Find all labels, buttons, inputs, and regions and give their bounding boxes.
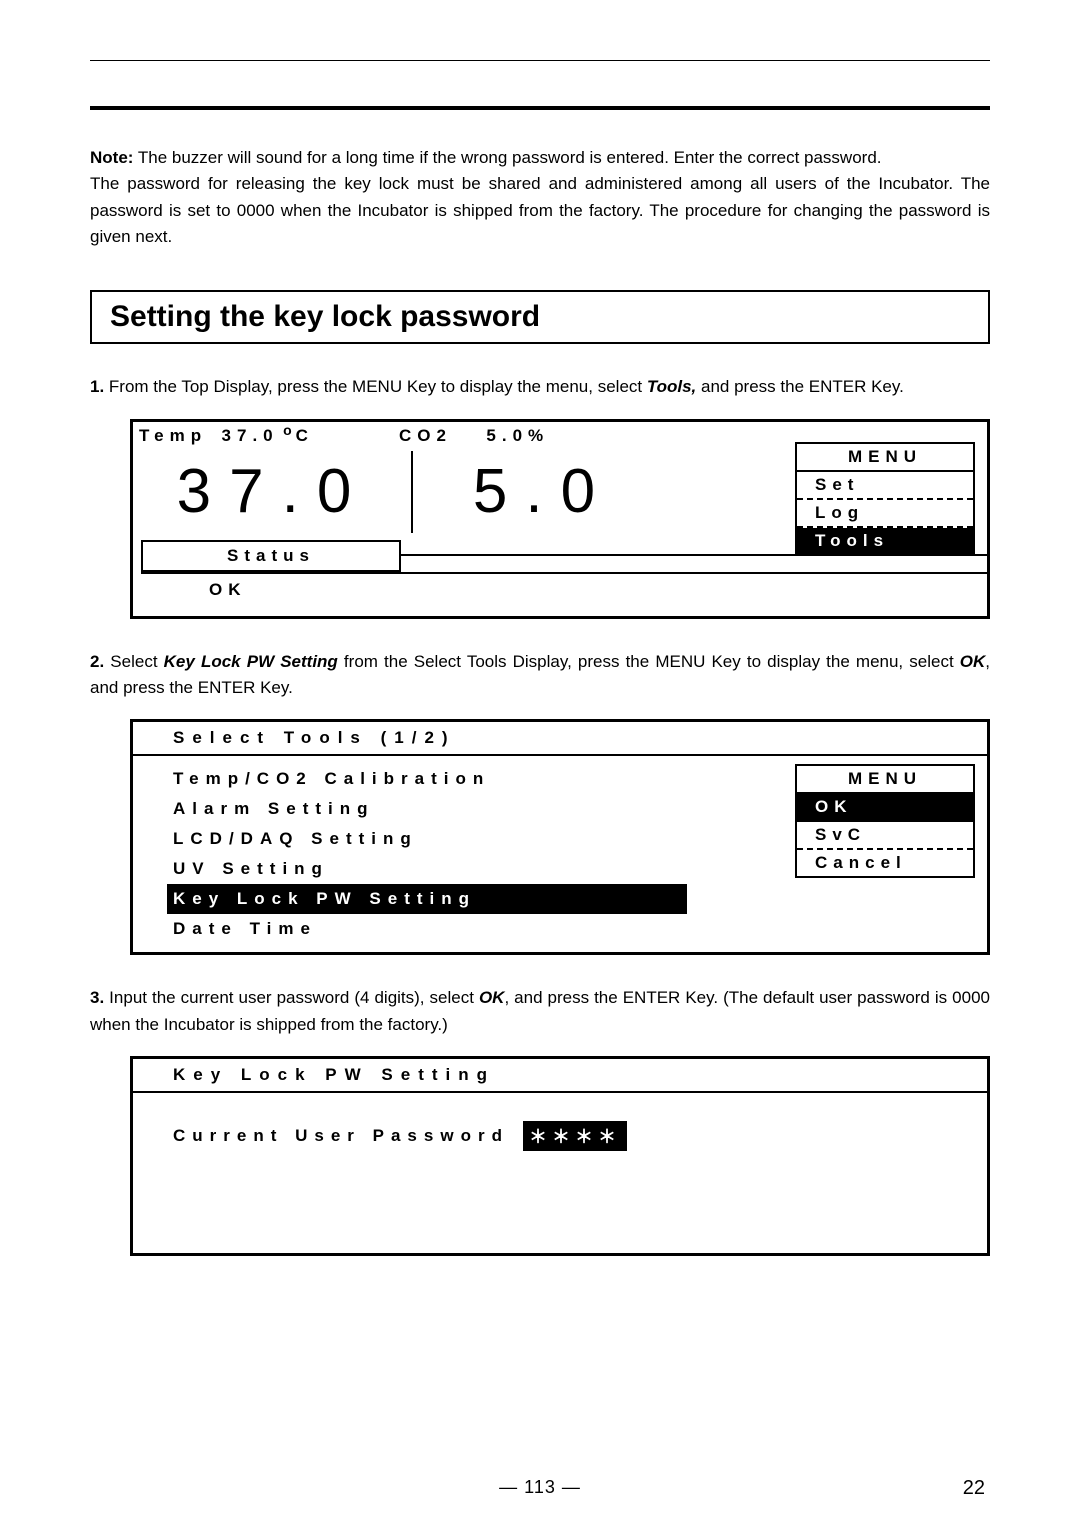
temp-val-small: 37.0 [222,426,279,445]
step-2-a: Select [104,652,163,671]
tool-item-alarm[interactable]: Alarm Setting [173,794,693,824]
step-2-kl: Key Lock PW Setting [164,652,338,671]
tool-item-lcd-daq[interactable]: LCD/DAQ Setting [173,824,693,854]
footer: ― 113 ― 22 [0,1477,1080,1498]
step-3: 3. Input the current user password (4 di… [90,985,990,1038]
big-co2: 5.0 [433,456,653,527]
p2-menu-title: MENU [797,766,973,794]
menu-item-set[interactable]: Set [797,472,973,500]
section-divider-bar [90,106,990,110]
top-hairline [90,60,990,61]
lcd-panel-password: Key Lock PW Setting Current User Passwor… [130,1056,990,1256]
status-line [401,554,987,556]
step-2-ok: OK [960,652,986,671]
page-number-right: 22 [963,1477,985,1500]
p2-body: Temp/CO2 Calibration Alarm Setting LCD/D… [133,756,987,952]
p2-title: Select Tools (1/2) [133,722,987,756]
menu-item-tools[interactable]: Tools [797,528,973,554]
tool-item-uv[interactable]: UV Setting [173,854,693,884]
ok-row: OK [141,572,987,606]
step-2: 2. Select Key Lock PW Setting from the S… [90,649,990,702]
p3-title: Key Lock PW Setting [133,1059,987,1093]
p2-menu-box: MENU OK SvC Cancel [795,764,975,878]
step-3-ok: OK [479,988,505,1007]
p1-menu-box: MENU Set Log Tools [795,442,975,556]
tool-item-keylock[interactable]: Key Lock PW Setting [167,884,687,914]
page-number-center: ― 113 ― [499,1477,581,1498]
step-2-num: 2. [90,652,104,671]
note-line2: The password for releasing the key lock … [90,174,990,246]
p1-co2-small: CO2 5.0% [389,426,549,446]
tool-item-calibration[interactable]: Temp/CO2 Calibration [173,764,693,794]
p2-menu-ok[interactable]: OK [797,794,973,822]
step-1-a: From the Top Display, press the MENU Key… [104,377,647,396]
co2-label: CO2 [399,426,452,445]
temp-unit: oC [283,426,312,445]
p3-body: Current User Password ＊＊＊＊ [133,1093,987,1151]
note-label: Note: [90,148,133,167]
step-3-num: 3. [90,988,104,1007]
p2-menu-cancel[interactable]: Cancel [797,850,973,876]
menu-item-log[interactable]: Log [797,500,973,528]
step-3-a: Input the current user password (4 digit… [104,988,479,1007]
vertical-divider [411,451,413,533]
step-1: 1. From the Top Display, press the MENU … [90,374,990,400]
password-row: Current User Password ＊＊＊＊ [173,1121,987,1151]
lcd-panel-select-tools: Select Tools (1/2) Temp/CO2 Calibration … [130,719,990,955]
p1-temp-small: Temp 37.0 oC [139,426,389,446]
step-1-b: and press the ENTER Key. [696,377,904,396]
note-paragraph: Note: The buzzer will sound for a long t… [90,145,990,250]
menu-title: MENU [797,444,973,472]
co2-val-small: 5.0% [486,426,549,445]
temp-label: Temp [139,426,207,445]
section-title: Setting the key lock password [110,300,970,334]
note-line1: The buzzer will sound for a long time if… [133,148,881,167]
degree-icon: o [283,422,296,438]
password-mask[interactable]: ＊＊＊＊ [523,1121,627,1151]
lcd-panel-top-display: Temp 37.0 oC CO2 5.0% 37.0 5.0 MENU Set … [130,419,990,619]
temp-c: C [296,426,312,445]
step-1-tools: Tools, [647,377,696,396]
section-title-box: Setting the key lock password [90,290,990,344]
step-1-num: 1. [90,377,104,396]
password-label: Current User Password [173,1126,509,1146]
step-2-b: from the Select Tools Display, press the… [338,652,960,671]
tool-item-datetime[interactable]: Date Time [173,914,693,944]
status-box: Status [141,540,401,572]
big-temp: 37.0 [143,456,403,527]
p2-menu-svc[interactable]: SvC [797,822,973,850]
